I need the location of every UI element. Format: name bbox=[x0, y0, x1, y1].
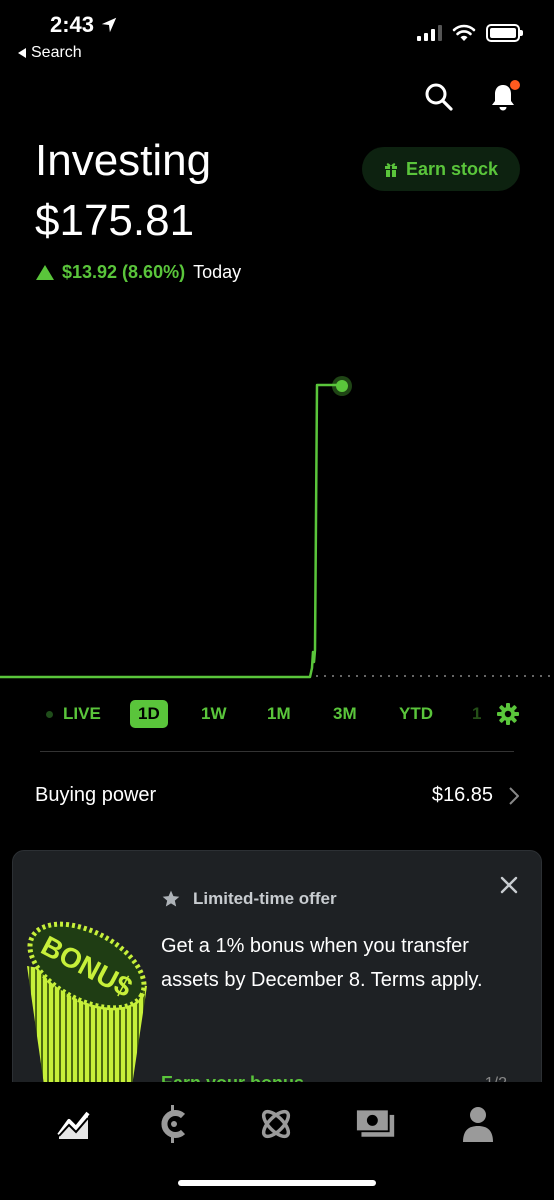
offer-card[interactable]: BONU$ Limited-time offer Get a 1% bonus … bbox=[12, 850, 542, 1110]
wifi-icon bbox=[452, 24, 476, 41]
earn-stock-label: Earn stock bbox=[405, 158, 499, 179]
live-dot bbox=[46, 710, 53, 718]
tab-live-label: LIVE bbox=[63, 704, 101, 723]
gift-icon bbox=[384, 163, 397, 177]
star-icon bbox=[162, 890, 180, 907]
tab-ytd[interactable]: YTD bbox=[399, 700, 433, 728]
search-button[interactable] bbox=[422, 80, 456, 114]
close-offer-button[interactable] bbox=[497, 873, 521, 897]
cellular-signal-icon bbox=[417, 25, 442, 41]
buying-power-row[interactable]: Buying power $16.85 bbox=[35, 784, 519, 807]
battery-icon bbox=[486, 24, 523, 42]
chart-line bbox=[0, 383, 343, 679]
status-indicators bbox=[417, 24, 523, 42]
tab-ytd-label: YTD bbox=[399, 704, 433, 723]
page-title: Investing bbox=[35, 136, 212, 185]
tab-1d-label: 1D bbox=[138, 704, 160, 723]
location-arrow-icon bbox=[101, 17, 117, 33]
back-label: Search bbox=[31, 44, 82, 61]
daily-change: $13.92 (8.60%) Today bbox=[36, 262, 241, 283]
chart-icon bbox=[57, 1111, 90, 1139]
header-actions bbox=[422, 80, 520, 114]
bonus-illustration: BONU$ bbox=[27, 921, 147, 1106]
tab-1y-label: 1 bbox=[472, 704, 482, 723]
tab-1w-label: 1W bbox=[201, 704, 227, 723]
back-triangle-icon bbox=[18, 48, 26, 58]
search-icon bbox=[425, 83, 453, 111]
tab-3m-label: 3M bbox=[333, 704, 357, 723]
offer-tag-label: Limited-time offer bbox=[193, 889, 337, 908]
tab-1m[interactable]: 1M bbox=[267, 700, 291, 728]
chart-settings-button[interactable] bbox=[496, 700, 520, 728]
notification-badge bbox=[510, 80, 520, 90]
change-amount: $13.92 (8.60%) bbox=[62, 262, 186, 282]
tab-1w[interactable]: 1W bbox=[201, 700, 227, 728]
back-to-search[interactable]: Search bbox=[18, 44, 82, 62]
chevron-right-icon bbox=[509, 786, 519, 805]
tab-1y[interactable]: 1 bbox=[472, 700, 481, 728]
home-indicator[interactable] bbox=[178, 1180, 376, 1186]
nav-crypto[interactable] bbox=[154, 1104, 194, 1144]
nav-investing[interactable] bbox=[54, 1104, 94, 1144]
notifications-button[interactable] bbox=[486, 80, 520, 114]
portfolio-chart[interactable] bbox=[0, 300, 554, 700]
offer-tag: Limited-time offer bbox=[161, 889, 337, 909]
status-time: 2:43 bbox=[50, 12, 118, 38]
cash-icon bbox=[356, 1108, 395, 1137]
nav-explore[interactable] bbox=[256, 1104, 296, 1144]
gear-icon bbox=[497, 703, 519, 725]
earn-stock-button[interactable]: Earn stock bbox=[362, 147, 520, 191]
atom-icon bbox=[261, 1109, 291, 1139]
tab-1m-label: 1M bbox=[267, 704, 291, 723]
account-icon bbox=[463, 1107, 493, 1142]
divider bbox=[40, 751, 514, 752]
offer-description: Get a 1% bonus when you transfer assets … bbox=[161, 935, 483, 991]
portfolio-value: $175.81 bbox=[35, 196, 195, 245]
chart-current-point bbox=[336, 380, 348, 392]
close-icon bbox=[500, 876, 518, 894]
tab-live[interactable]: LIVE bbox=[46, 700, 101, 728]
buying-power-value: $16.85 bbox=[431, 784, 493, 806]
range-tabs: LIVE 1D 1W 1M 3M YTD 1 bbox=[0, 700, 554, 730]
crypto-icon bbox=[161, 1105, 186, 1143]
nav-account[interactable] bbox=[458, 1104, 498, 1144]
buying-power-label: Buying power bbox=[35, 784, 157, 806]
up-arrow-icon bbox=[36, 265, 54, 280]
nav-cash[interactable] bbox=[356, 1104, 396, 1144]
tab-3m[interactable]: 3M bbox=[333, 700, 357, 728]
change-period: Today bbox=[193, 262, 242, 282]
tab-1d[interactable]: 1D bbox=[130, 700, 168, 728]
clock: 2:43 bbox=[50, 12, 95, 37]
